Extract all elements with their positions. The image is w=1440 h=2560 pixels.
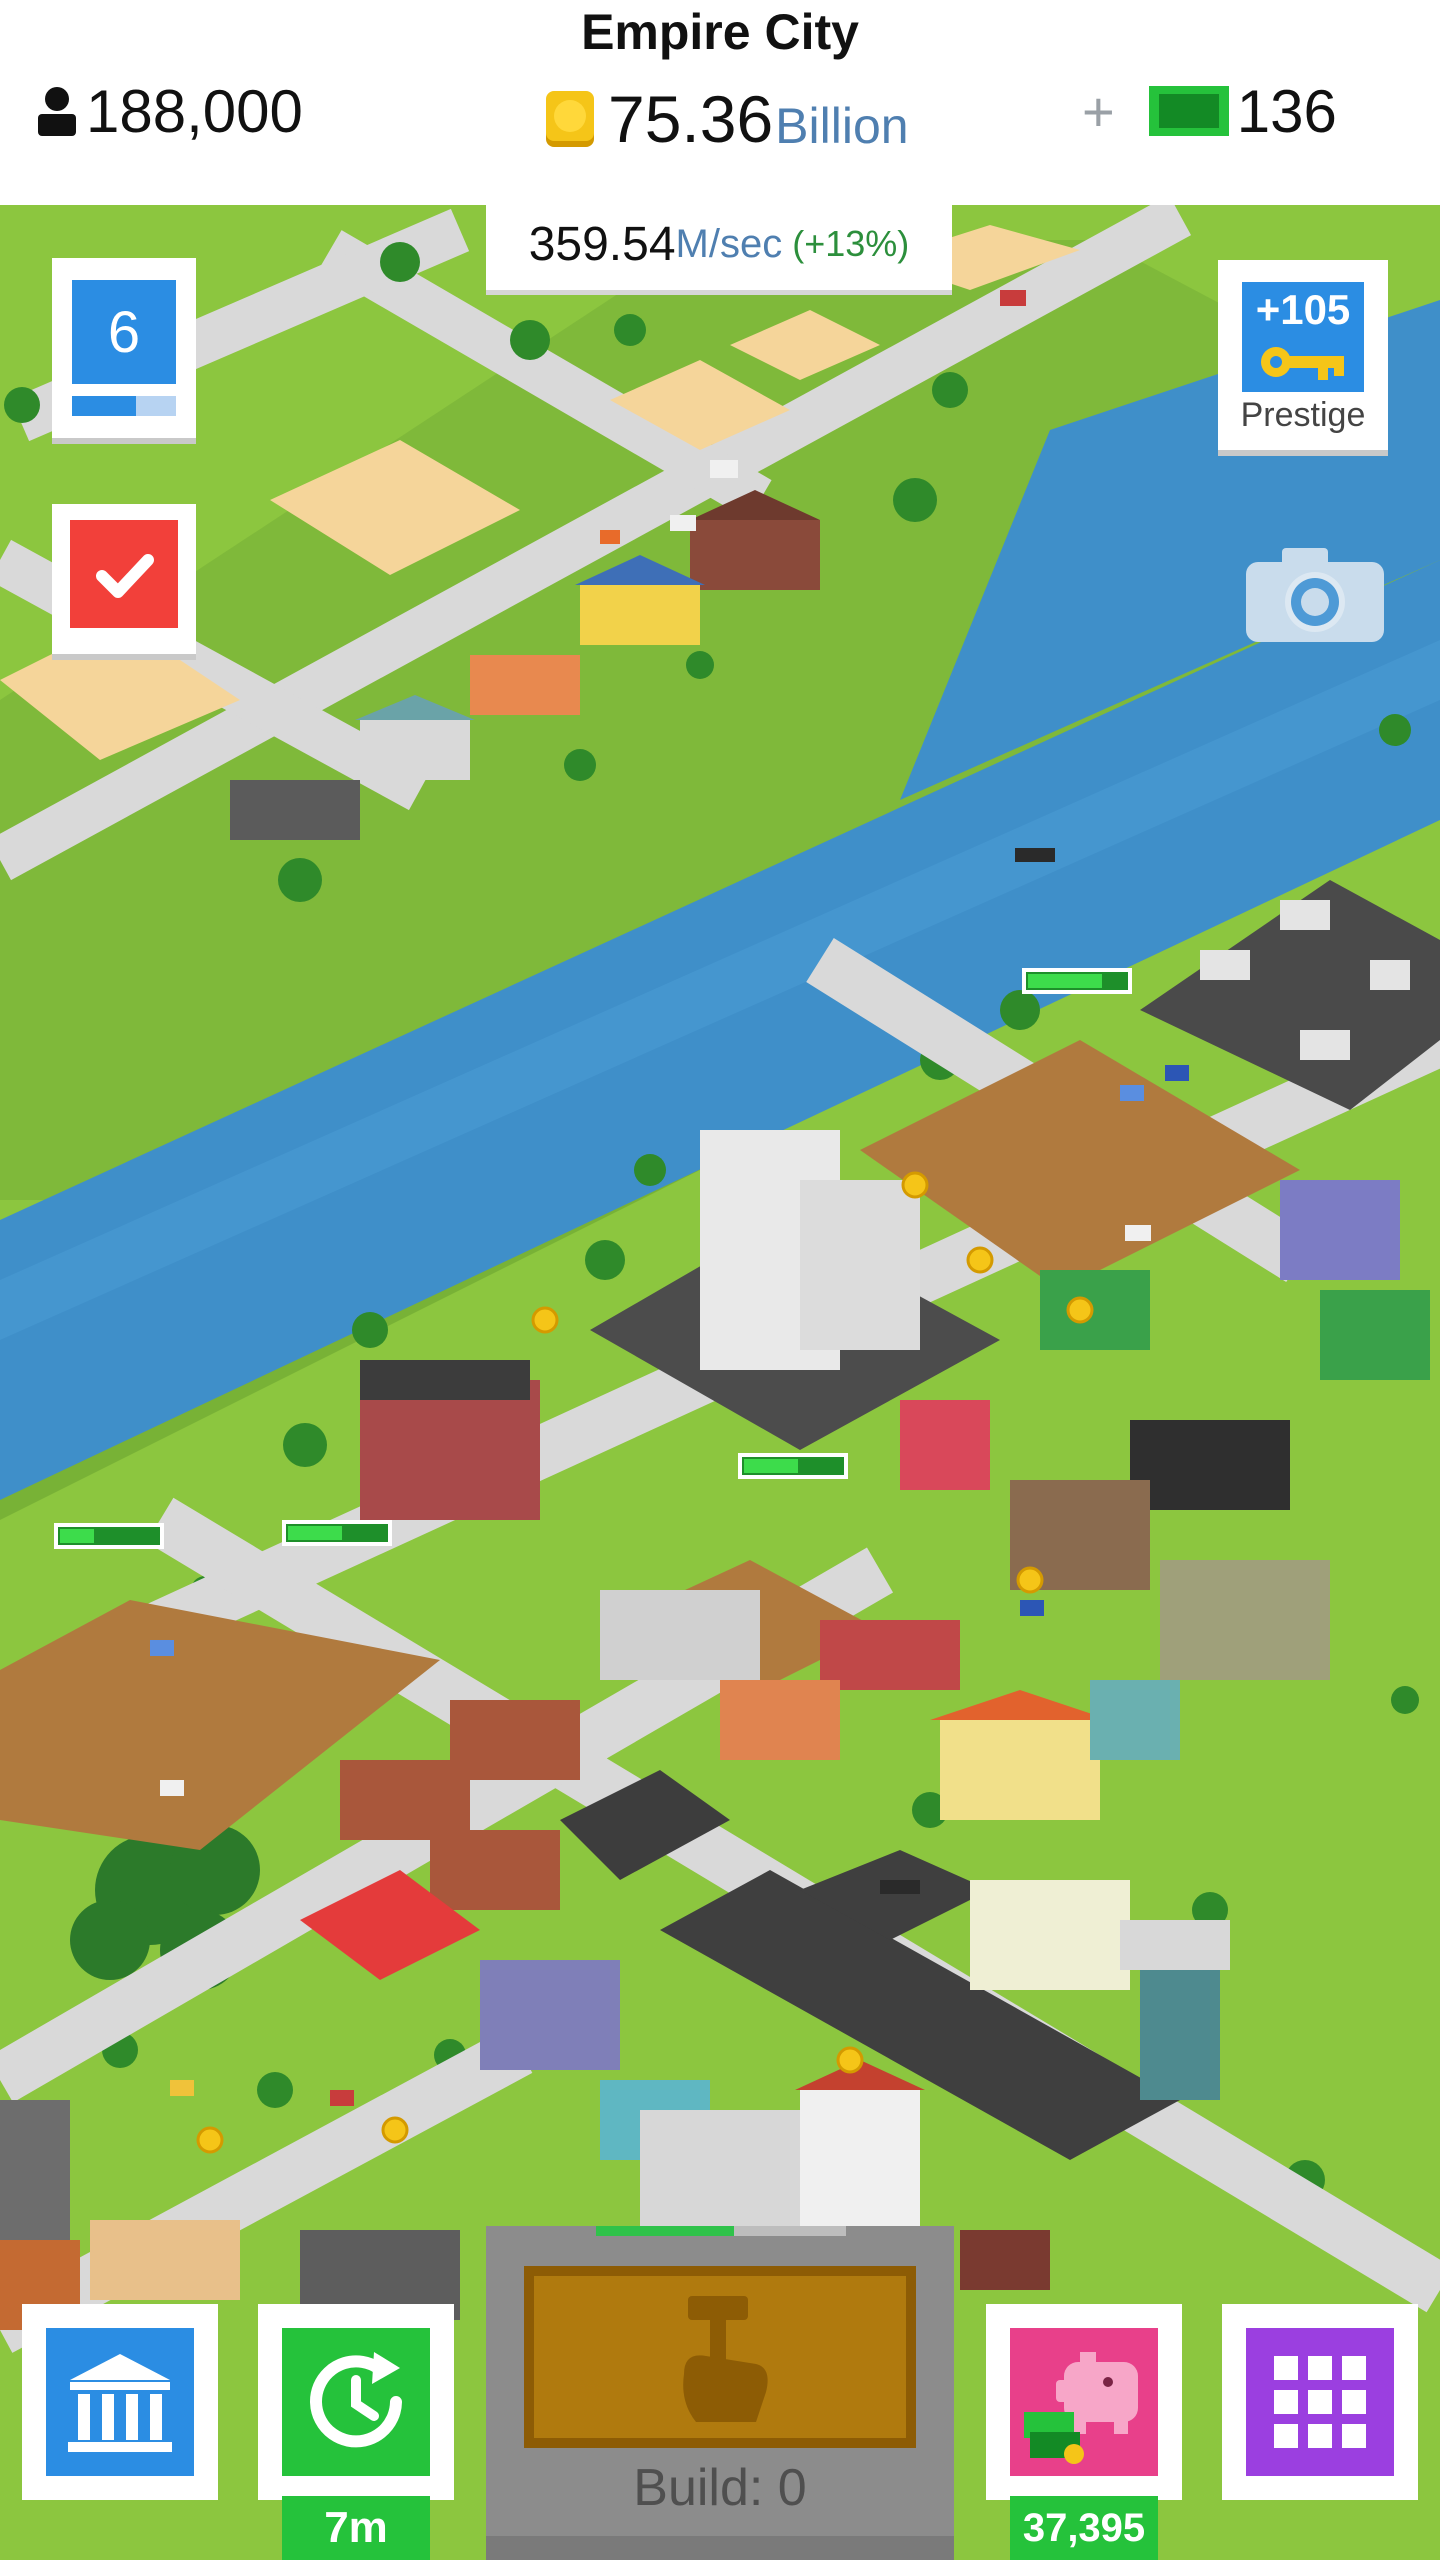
prestige-label: Prestige [1240, 396, 1366, 434]
prestige-button[interactable]: +105 Prestige [1218, 260, 1388, 450]
money-display: 75.36 Billion [542, 74, 909, 164]
camera-icon [1246, 548, 1384, 642]
top-hud: Empire City 188,000 75.36 Billion + 136 [0, 0, 1440, 205]
add-cash-icon[interactable]: + [1082, 79, 1115, 144]
key-icon [1261, 347, 1344, 380]
build-button[interactable]: Build: 0 [486, 2226, 954, 2560]
coin-icon [546, 91, 594, 147]
level-button[interactable]: 6 [52, 258, 196, 438]
money-value: 75.36 [608, 82, 774, 156]
piggy-bank-amount: 37,395 [1010, 2496, 1158, 2560]
checkmark-icon [96, 554, 154, 598]
cash-icon [1148, 86, 1229, 136]
income-value: 359.54 [528, 217, 676, 271]
level-number: 6 [72, 280, 176, 384]
build-progress-bar [596, 2226, 846, 2236]
boost-button[interactable] [258, 2304, 454, 2500]
population-value: 188,000 [86, 77, 303, 145]
cash-value: 136 [1236, 77, 1337, 145]
camera-button[interactable] [1246, 544, 1384, 644]
piggy-bank-icon [1024, 2352, 1138, 2464]
prestige-value: +105 [1255, 286, 1351, 333]
piggy-bank-button[interactable] [986, 2304, 1182, 2500]
boost-time: 7m [282, 2496, 430, 2560]
income-unit: M/sec [675, 221, 783, 266]
tasks-button[interactable] [52, 504, 196, 654]
income-rate: 359.54 M/sec (+13%) [486, 198, 952, 290]
level-progress-fill [72, 396, 137, 416]
money-unit: Billion [775, 98, 909, 154]
bank-button[interactable] [22, 2304, 218, 2500]
clock-refresh-icon [310, 2352, 402, 2448]
city-map[interactable] [0, 205, 1440, 2560]
income-bonus: (+13%) [792, 223, 910, 264]
build-count: Build: 0 [633, 2459, 807, 2517]
menu-grid-button[interactable] [1222, 2304, 1418, 2500]
population-display: 188,000 [36, 74, 303, 148]
bank-icon [68, 2354, 172, 2452]
grid-menu-icon [1274, 2356, 1366, 2448]
city-name: Empire City [581, 4, 859, 60]
level-progress-bar [72, 396, 176, 416]
cash-display[interactable]: + 136 [1082, 74, 1337, 148]
hammer-hand-icon [683, 2296, 768, 2422]
person-icon [38, 87, 76, 136]
build-progress-fill [596, 2226, 734, 2236]
